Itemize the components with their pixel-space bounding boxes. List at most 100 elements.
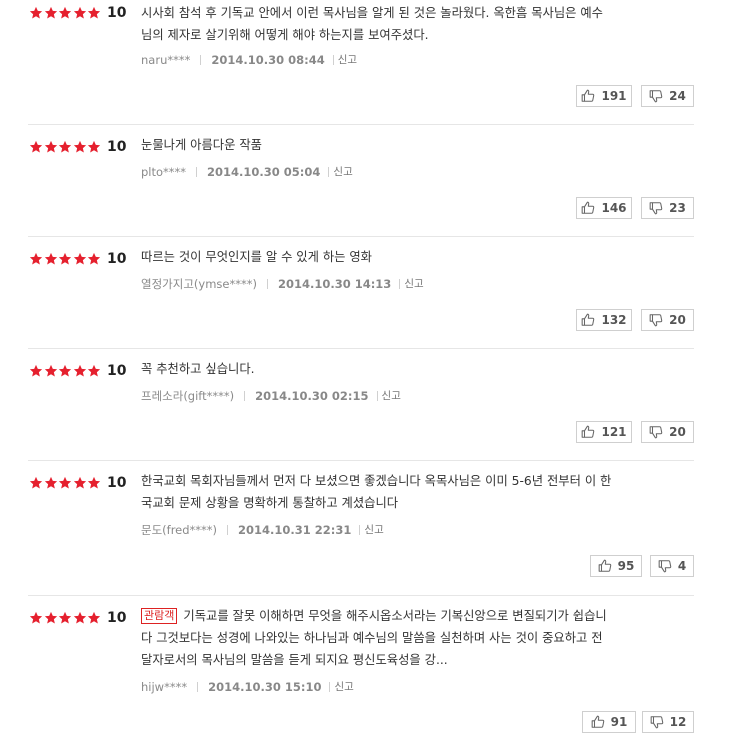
reviewer-name[interactable]: hijw****: [141, 679, 187, 695]
rating-score: 10: [107, 5, 127, 21]
report-link[interactable]: 신고: [382, 388, 401, 404]
like-count: 191: [601, 89, 627, 103]
reviewer-name[interactable]: plto****: [141, 164, 186, 180]
review-text: 따르는 것이 무엇인지를 알 수 있게 하는 영화: [141, 246, 681, 268]
review-date: 2014.10.30 14:13: [277, 277, 392, 291]
dislike-button[interactable]: 23: [641, 197, 694, 219]
dislike-button[interactable]: 20: [641, 421, 694, 443]
dislike-button[interactable]: 4: [650, 555, 694, 577]
star-icon: [44, 364, 58, 378]
report-link[interactable]: 신고: [404, 276, 423, 292]
review-text-line: 한국교회 목회자님들께서 먼저 다 보셨으면 좋겠습니다 옥목사님은 이미 5-…: [141, 474, 612, 488]
review-divider: [28, 348, 694, 349]
review-text: 시사회 참석 후 기독교 안에서 이런 목사님을 알게 된 것은 놀라웠다. 옥…: [141, 2, 681, 46]
thumbs-up-icon: [581, 89, 595, 103]
star-icon: [44, 476, 58, 490]
rating-score: 10: [107, 363, 127, 379]
like-count: 146: [601, 201, 627, 215]
review-date: 2014.10.30 05:04: [207, 165, 321, 179]
review-text-line: 기독교를 잘못 이해하면 무엇을 해주시옵소서라는 기복신앙으로 변질되기가 쉽…: [183, 609, 607, 623]
review-date: 2014.10.30 15:10: [208, 680, 322, 694]
star-icon: [29, 476, 43, 490]
star-icon: [73, 252, 87, 266]
like-button[interactable]: 146: [576, 197, 632, 219]
dislike-button[interactable]: 20: [641, 309, 694, 331]
like-button[interactable]: 95: [590, 555, 642, 577]
review-meta: 문도(fred****) 2014.10.31 22:31 신고: [141, 522, 384, 538]
star-icon: [58, 252, 72, 266]
dislike-button[interactable]: 24: [641, 85, 694, 107]
rating-score: 10: [107, 139, 127, 155]
rating-stars: [29, 5, 102, 21]
meta-separator: [197, 682, 199, 692]
star-icon: [29, 364, 43, 378]
star-icon: [44, 6, 58, 20]
thumbs-up-icon: [581, 201, 595, 215]
star-icon: [87, 364, 101, 378]
star-icon: [58, 6, 72, 20]
review-text-line: 국교회 문제 상황을 명확하게 통찰하고 계셨습니다: [141, 496, 399, 510]
thumbs-down-icon: [649, 313, 663, 327]
like-count: 91: [610, 715, 628, 729]
review-text-line: 다 그것보다는 성경에 나와있는 하나님과 예수님의 말씀을 실천하며 사는 것…: [141, 631, 603, 645]
dislike-count: 20: [669, 313, 686, 327]
star-icon: [87, 611, 101, 625]
review-text: 꼭 추천하고 싶습니다.: [141, 358, 681, 380]
meta-separator: [399, 279, 401, 289]
thumbs-up-icon: [581, 425, 595, 439]
like-button[interactable]: 132: [576, 309, 632, 331]
review-meta: 열정가지고(ymse****) 2014.10.30 14:13 신고: [141, 276, 424, 292]
report-link[interactable]: 신고: [333, 164, 352, 180]
star-icon: [44, 140, 58, 154]
review-text: 관람객 기독교를 잘못 이해하면 무엇을 해주시옵소서라는 기복신앙으로 변질되기…: [141, 605, 681, 671]
reviewer-name[interactable]: 열정가지고(ymse****): [141, 276, 257, 292]
meta-separator: [196, 167, 198, 177]
rating-score: 10: [107, 610, 127, 626]
review-date: 2014.10.31 22:31: [238, 523, 352, 537]
review-divider: [28, 460, 694, 461]
review-meta: plto**** 2014.10.30 05:04 신고: [141, 164, 353, 180]
meta-separator: [332, 55, 334, 65]
star-icon: [87, 140, 101, 154]
review-text: 한국교회 목회자님들께서 먼저 다 보셨으면 좋겠습니다 옥목사님은 이미 5-…: [141, 470, 681, 514]
like-button[interactable]: 191: [576, 85, 632, 107]
like-button[interactable]: 121: [576, 421, 632, 443]
rating-stars: [29, 610, 102, 626]
star-icon: [58, 476, 72, 490]
review-date: 2014.10.30 02:15: [255, 389, 369, 403]
report-link[interactable]: 신고: [334, 679, 353, 695]
thumbs-up-icon: [581, 313, 595, 327]
dislike-count: 12: [669, 715, 687, 729]
star-icon: [87, 476, 101, 490]
review-meta: hijw**** 2014.10.30 15:10 신고: [141, 679, 354, 695]
star-icon: [58, 140, 72, 154]
star-icon: [29, 611, 43, 625]
review-text-line: 시사회 참석 후 기독교 안에서 이런 목사님을 알게 된 것은 놀라웠다. 옥…: [141, 6, 603, 20]
star-icon: [73, 6, 87, 20]
report-link[interactable]: 신고: [364, 522, 383, 538]
star-icon: [87, 252, 101, 266]
reviewer-name[interactable]: 프레소라(gift****): [141, 388, 234, 404]
reviewer-name[interactable]: 문도(fred****): [141, 522, 217, 538]
star-icon: [87, 6, 101, 20]
review-text-line: 꼭 추천하고 싶습니다.: [141, 362, 255, 376]
viewer-badge: 관람객: [141, 608, 178, 624]
review-divider: [28, 124, 694, 125]
star-icon: [29, 140, 43, 154]
dislike-count: 4: [677, 559, 687, 573]
star-icon: [44, 252, 58, 266]
review-text: 눈물나게 아름다운 작품: [141, 134, 681, 156]
dislike-button[interactable]: 12: [642, 711, 694, 733]
dislike-count: 24: [669, 89, 686, 103]
star-icon: [73, 364, 87, 378]
like-button[interactable]: 91: [582, 711, 636, 733]
like-count: 95: [617, 559, 635, 573]
meta-separator: [376, 391, 378, 401]
report-link[interactable]: 신고: [338, 52, 357, 68]
thumbs-down-icon: [649, 425, 663, 439]
like-count: 132: [601, 313, 627, 327]
star-icon: [58, 364, 72, 378]
star-icon: [44, 611, 58, 625]
reviewer-name[interactable]: naru****: [141, 52, 190, 68]
review-text-line: 따르는 것이 무엇인지를 알 수 있게 하는 영화: [141, 250, 372, 264]
